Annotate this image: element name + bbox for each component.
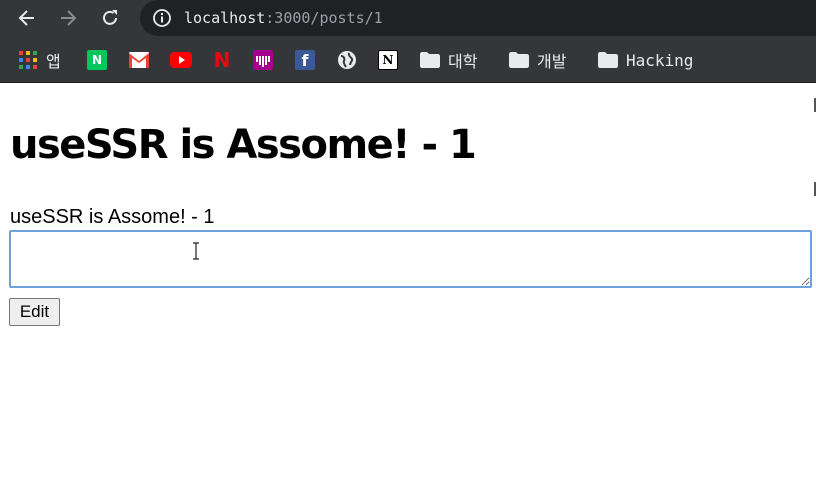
folder-icon <box>598 52 618 68</box>
notion-icon: N <box>378 50 398 70</box>
post-body: useSSR is Assome! - 1 <box>10 206 215 228</box>
youtube-icon <box>170 52 192 68</box>
browser-toolbar: localhost:3000/posts/1 <box>0 0 816 36</box>
gmail-icon <box>129 52 149 68</box>
music-icon <box>253 50 273 70</box>
edit-button[interactable]: Edit <box>9 298 60 326</box>
back-button[interactable] <box>13 4 41 32</box>
bookmark-folder-univ[interactable]: 대학 <box>420 48 477 72</box>
bookmarks-bar: 앱 N N f N 대학 개발 Hacking <box>0 36 816 83</box>
bookmark-apps-label: 앱 <box>46 52 61 71</box>
bookmark-naver[interactable]: N <box>87 48 107 72</box>
bookmark-gmail[interactable] <box>129 48 149 72</box>
url-host: localhost <box>184 9 266 27</box>
bookmark-folder-dev[interactable]: 개발 <box>509 48 566 72</box>
globe-icon <box>338 51 356 69</box>
text-cursor-icon <box>193 242 199 260</box>
address-bar[interactable]: localhost:3000/posts/1 <box>140 0 816 36</box>
bookmark-facebook[interactable]: f <box>295 48 315 72</box>
netflix-icon: N <box>213 48 231 72</box>
reload-button[interactable] <box>96 4 124 32</box>
post-edit-textarea[interactable] <box>9 230 812 288</box>
bookmark-youtube[interactable] <box>170 48 192 72</box>
forward-arrow-icon <box>61 10 77 26</box>
naver-icon: N <box>87 50 107 70</box>
bookmark-web[interactable] <box>337 48 357 72</box>
url-path: :3000/posts/1 <box>265 9 383 27</box>
bookmark-apps[interactable]: 앱 <box>18 48 61 72</box>
folder-icon <box>420 52 440 68</box>
info-icon[interactable] <box>152 8 172 28</box>
bookmark-folder-hacking-label: Hacking <box>626 50 694 70</box>
bookmark-music[interactable] <box>253 48 273 72</box>
facebook-icon: f <box>295 50 315 70</box>
back-arrow-icon <box>18 10 34 26</box>
reload-icon <box>103 10 117 25</box>
page-title: useSSR is Assome! - 1 <box>10 122 477 168</box>
bookmark-folder-hacking[interactable]: Hacking <box>598 48 693 72</box>
bookmark-folder-univ-label: 대학 <box>448 52 478 71</box>
folder-icon <box>509 52 529 68</box>
bookmark-folder-dev-label: 개발 <box>537 52 567 71</box>
apps-grid-icon <box>19 51 37 69</box>
bookmark-notion[interactable]: N <box>378 48 398 72</box>
forward-button[interactable] <box>54 4 82 32</box>
url-text[interactable]: localhost:3000/posts/1 <box>184 9 383 27</box>
page-content: useSSR is Assome! - 1 useSSR is Assome! … <box>0 84 816 479</box>
bookmark-netflix[interactable]: N <box>212 48 232 72</box>
